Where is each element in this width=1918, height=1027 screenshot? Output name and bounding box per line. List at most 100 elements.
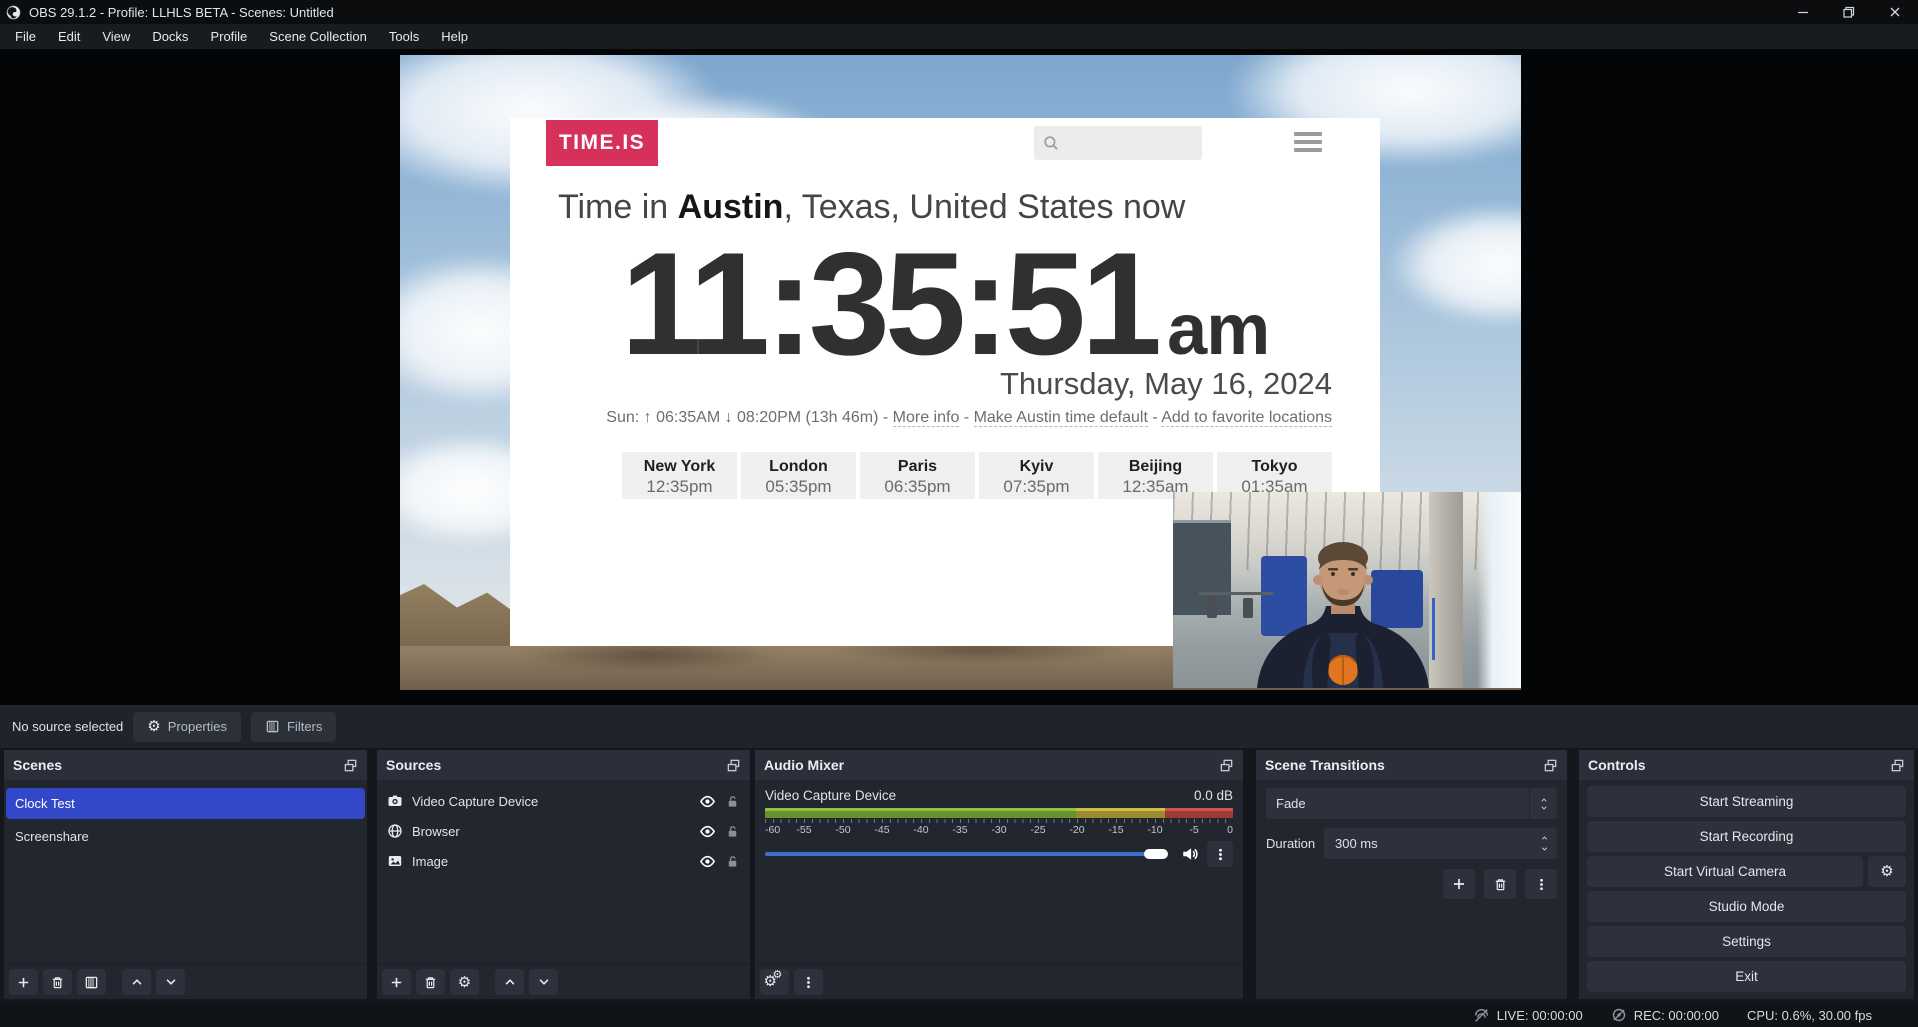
add-transition-button[interactable] [1443, 869, 1475, 899]
plus-icon [389, 975, 404, 990]
scene-transitions-panel: Scene Transitions Fade Duration 300 ms [1256, 750, 1567, 999]
visibility-eye-icon[interactable] [699, 853, 716, 870]
more-info-link: More info [893, 409, 960, 427]
duration-spinbox[interactable]: 300 ms [1324, 828, 1557, 859]
spin-arrows[interactable] [1531, 834, 1557, 853]
scene-filters-button[interactable] [77, 969, 106, 995]
studio-mode-button[interactable]: Studio Mode [1587, 891, 1906, 922]
remove-scene-button[interactable] [43, 969, 72, 995]
lock-icon[interactable] [725, 794, 740, 809]
world-clock-kyiv: Kyiv07:35pm [979, 452, 1094, 499]
combo-arrows [1529, 788, 1557, 819]
menu-bar: File Edit View Docks Profile Scene Colle… [0, 24, 1918, 49]
webcam-overlay [1173, 492, 1521, 688]
start-recording-button[interactable]: Start Recording [1587, 821, 1906, 852]
menu-edit[interactable]: Edit [47, 24, 91, 49]
sources-panel-header: Sources [377, 750, 750, 780]
menu-file[interactable]: File [4, 24, 47, 49]
exit-button[interactable]: Exit [1587, 961, 1906, 992]
source-row-image[interactable]: Image [377, 846, 750, 876]
meter-scale: -60 -55 -50 -45 -40 -35 -30 -25 -20 -15 … [765, 819, 1233, 835]
visibility-eye-icon[interactable] [699, 793, 716, 810]
lock-icon[interactable] [725, 854, 740, 869]
virtual-camera-config-button[interactable]: ⚙ [1868, 856, 1906, 887]
source-properties-button[interactable]: ⚙ [450, 969, 479, 995]
speaker-icon[interactable] [1181, 845, 1199, 863]
scene-item-clock-test[interactable]: Clock Test [6, 788, 365, 819]
cpu-fps-stats: CPU: 0.6%, 30.00 fps [1747, 1008, 1872, 1023]
add-source-button[interactable] [382, 969, 411, 995]
source-toolbar: No source selected ⚙ Properties Filters [0, 705, 1918, 748]
close-button[interactable] [1872, 0, 1918, 24]
audio-mixer-header: Audio Mixer [755, 750, 1243, 780]
start-streaming-button[interactable]: Start Streaming [1587, 786, 1906, 817]
scene-transitions-title: Scene Transitions [1265, 757, 1385, 773]
move-scene-down-button[interactable] [156, 969, 185, 995]
scene-transitions-body: Fade Duration 300 ms [1256, 780, 1567, 999]
timeis-header: TIME.IS [510, 118, 1380, 168]
chevron-up-icon [503, 975, 517, 989]
volume-slider-handle[interactable] [1144, 849, 1168, 859]
controls-title: Controls [1588, 757, 1646, 773]
start-virtual-camera-button[interactable]: Start Virtual Camera [1587, 856, 1863, 887]
source-row-browser[interactable]: Browser [377, 816, 750, 846]
transition-value: Fade [1266, 796, 1529, 811]
mixer-channel-name: Video Capture Device [765, 788, 1194, 803]
minimize-button[interactable] [1780, 0, 1826, 24]
mixer-channel-menu-button[interactable] [1207, 841, 1233, 867]
popout-icon[interactable] [726, 758, 741, 773]
popout-icon[interactable] [1219, 758, 1234, 773]
settings-button[interactable]: Settings [1587, 926, 1906, 957]
menu-docks[interactable]: Docks [141, 24, 199, 49]
transition-menu-button[interactable] [1525, 869, 1557, 899]
popout-icon[interactable] [1543, 758, 1558, 773]
menu-help[interactable]: Help [430, 24, 479, 49]
maximize-button[interactable] [1826, 0, 1872, 24]
office-window [1477, 492, 1521, 688]
menu-tools[interactable]: Tools [378, 24, 430, 49]
gear-icon: ⚙ [458, 975, 471, 990]
scene-item-screenshare[interactable]: Screenshare [6, 821, 365, 852]
controls-body: Start Streaming Start Recording Start Vi… [1579, 780, 1914, 999]
sources-list: Video Capture Device Browser Image [377, 780, 750, 964]
restore-icon [1841, 4, 1857, 20]
source-row-video-capture[interactable]: Video Capture Device [377, 786, 750, 816]
title-bar: OBS 29.1.2 - Profile: LLHLS BETA - Scene… [0, 0, 1918, 24]
live-timer: LIVE: 00:00:00 [1497, 1008, 1583, 1023]
menu-view[interactable]: View [91, 24, 141, 49]
move-source-up-button[interactable] [495, 969, 524, 995]
chevron-down-icon [164, 975, 178, 989]
properties-button[interactable]: ⚙ Properties [133, 712, 241, 742]
obs-window: OBS 29.1.2 - Profile: LLHLS BETA - Scene… [0, 0, 1918, 1027]
menu-profile[interactable]: Profile [199, 24, 258, 49]
office-chair [1207, 596, 1217, 618]
no-source-label: No source selected [12, 719, 123, 734]
lock-icon[interactable] [725, 824, 740, 839]
audio-mixer-title: Audio Mixer [764, 757, 844, 773]
window-title: OBS 29.1.2 - Profile: LLHLS BETA - Scene… [29, 5, 334, 20]
record-inactive-icon [1611, 1007, 1627, 1023]
visibility-eye-icon[interactable] [699, 823, 716, 840]
popout-icon[interactable] [343, 758, 358, 773]
volume-slider[interactable] [765, 846, 1173, 862]
remove-source-button[interactable] [416, 969, 445, 995]
add-scene-button[interactable] [9, 969, 38, 995]
mixer-menu-button[interactable] [794, 969, 823, 995]
menu-scene-collection[interactable]: Scene Collection [258, 24, 378, 49]
preview-area: TIME.IS Time in Austin, Texas, United St… [0, 49, 1918, 705]
chevron-down-icon [1539, 845, 1550, 853]
clock-ampm: am [1167, 290, 1269, 370]
advanced-audio-button[interactable]: ⚙⚙ [760, 969, 789, 995]
move-scene-up-button[interactable] [122, 969, 151, 995]
plus-icon [16, 975, 31, 990]
popout-icon[interactable] [1890, 758, 1905, 773]
plus-icon [1451, 876, 1467, 892]
transition-select[interactable]: Fade [1266, 788, 1557, 819]
move-source-down-button[interactable] [529, 969, 558, 995]
dock-area: Scenes Clock Test Screenshare Sources [0, 748, 1918, 1003]
remove-transition-button[interactable] [1484, 869, 1516, 899]
program-canvas[interactable]: TIME.IS Time in Austin, Texas, United St… [400, 55, 1521, 690]
chevron-down-icon [1539, 804, 1549, 812]
sources-panel-title: Sources [386, 757, 441, 773]
filters-button[interactable]: Filters [251, 712, 336, 742]
